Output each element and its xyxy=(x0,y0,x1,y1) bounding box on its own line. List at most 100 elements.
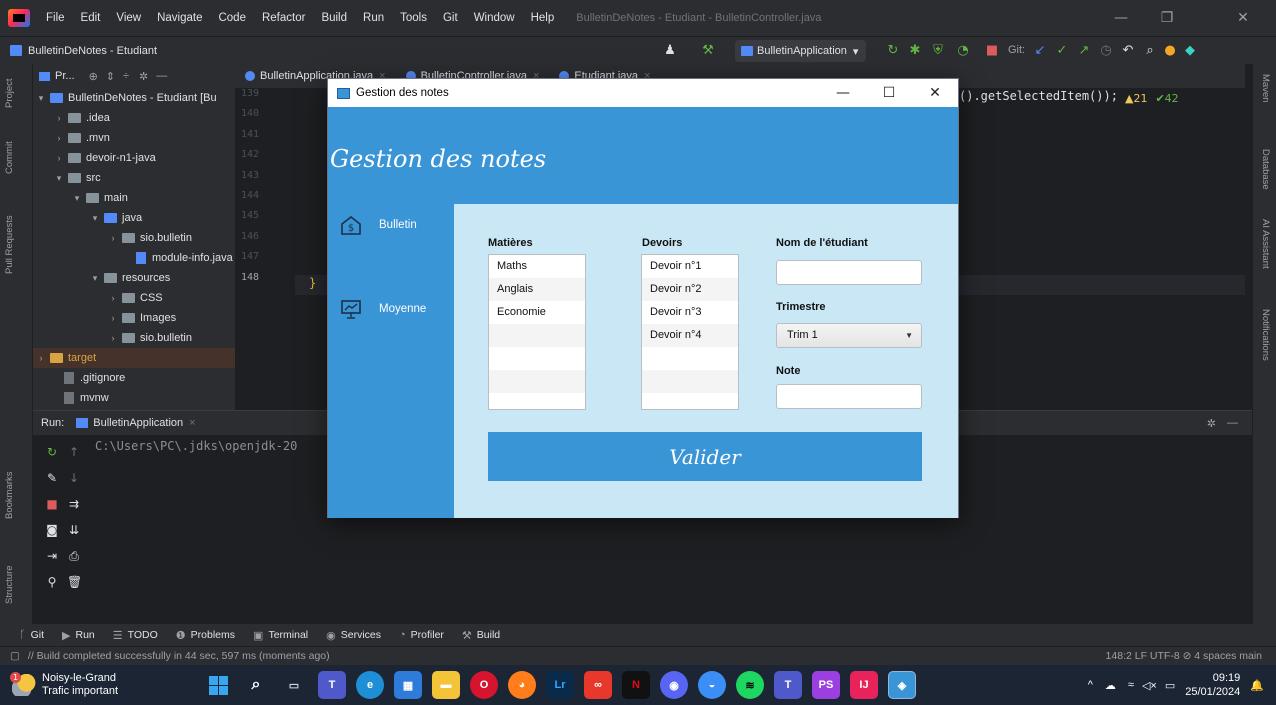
status-right-info[interactable]: 148:2 LF UTF-8 ⊘ 4 spaces main xyxy=(1106,650,1262,662)
tree-item-target[interactable]: › target xyxy=(33,348,235,368)
volume-icon[interactable]: ◁× xyxy=(1142,679,1157,692)
locate-icon[interactable]: ⊕ xyxy=(89,70,98,83)
netflix-icon[interactable]: N xyxy=(622,671,650,699)
layout-icon[interactable]: ▢ xyxy=(10,650,20,662)
tree-item-sio-bulletin[interactable]: › sio.bulletin xyxy=(33,228,235,248)
list-item-empty[interactable] xyxy=(489,393,585,409)
collapse-icon[interactable]: ⇕ xyxy=(106,70,115,83)
docker-icon[interactable]: ◒ xyxy=(698,671,726,699)
list-item-empty[interactable] xyxy=(642,393,738,409)
list-item[interactable]: Anglais xyxy=(489,278,585,301)
tree-item-java[interactable]: ▾ java xyxy=(33,208,235,228)
tree-item-mvn[interactable]: › .mvn xyxy=(33,128,235,148)
menu-run[interactable]: Run xyxy=(355,12,392,24)
toolwin-todo[interactable]: ☰ TODO xyxy=(104,629,167,642)
menu-help[interactable]: Help xyxy=(523,12,563,24)
tree-item-gitignore[interactable]: .gitignore xyxy=(33,368,235,388)
trimester-select[interactable]: Trim 1 ▼ xyxy=(776,323,922,348)
status-message[interactable]: // Build completed successfully in 44 se… xyxy=(28,650,330,662)
tool-bookmarks[interactable]: Bookmarks xyxy=(4,471,15,519)
ai-icon[interactable]: ◆ xyxy=(1182,43,1198,59)
list-item[interactable]: Devoir n°3 xyxy=(642,301,738,324)
rerun-icon[interactable]: ↻ xyxy=(885,43,901,59)
pin-icon[interactable]: ⚲ xyxy=(45,575,59,589)
nav-moyenne[interactable]: Moyenne xyxy=(340,298,426,320)
menu-git[interactable]: Git xyxy=(435,12,466,24)
toolwin-terminal[interactable]: ▣ Terminal xyxy=(244,629,317,642)
list-item[interactable]: Devoir n°1 xyxy=(642,255,738,278)
store-icon[interactable]: ▦ xyxy=(394,671,422,699)
file-explorer-icon[interactable]: ▬ xyxy=(432,671,460,699)
tool-notifications[interactable]: Notifications xyxy=(1260,309,1271,361)
down-icon[interactable]: ↓ xyxy=(67,471,81,485)
edge-icon[interactable]: e xyxy=(356,671,384,699)
list-item[interactable]: Maths xyxy=(489,255,585,278)
tree-item-images[interactable]: › Images xyxy=(33,308,235,328)
tool-pull-requests[interactable]: Pull Requests xyxy=(4,215,15,274)
nav-bulletin[interactable]: $ Bulletin xyxy=(340,214,417,236)
close-button[interactable]: ✕ xyxy=(912,79,958,107)
spotify-icon[interactable]: ≋ xyxy=(736,671,764,699)
console-output[interactable]: C:\Users\PC\.jdks\openjdk-20 xyxy=(95,439,297,453)
tray-expand-icon[interactable]: ^ xyxy=(1088,679,1093,691)
run-settings-gear-icon[interactable]: ✲ xyxy=(1207,417,1216,430)
login-icon[interactable]: ⇥ xyxy=(45,549,59,563)
code-brace[interactable]: } xyxy=(309,276,316,290)
toolwin-run[interactable]: ▶ Run xyxy=(53,629,104,642)
gear-icon[interactable]: ✲ xyxy=(139,70,148,83)
tree-item-mvnw[interactable]: mvnw xyxy=(33,388,235,408)
window-titlebar[interactable]: Gestion des notes — ☐ ✕ xyxy=(328,79,958,107)
search-icon[interactable]: ⌕ xyxy=(1142,43,1158,59)
camera-icon[interactable]: ◙ xyxy=(45,523,59,537)
tree-item-main[interactable]: ▾ main xyxy=(33,188,235,208)
tree-item-module-info[interactable]: module-info.java xyxy=(33,248,235,268)
tree-item-sio-bulletin-res[interactable]: › sio.bulletin xyxy=(33,328,235,348)
git-update-icon[interactable]: ↙ xyxy=(1032,43,1048,59)
project-panel-title[interactable]: Pr... xyxy=(55,70,75,82)
list-item[interactable]: Devoir n°2 xyxy=(642,278,738,301)
hide-icon[interactable]: — xyxy=(156,70,167,82)
rerun-icon[interactable]: ↻ xyxy=(45,445,59,459)
wifi-icon[interactable]: ≈ xyxy=(1128,679,1134,691)
list-item-empty[interactable] xyxy=(489,347,585,370)
menu-file[interactable]: File xyxy=(38,12,73,24)
tree-item-idea[interactable]: › .idea xyxy=(33,108,235,128)
tool-database[interactable]: Database xyxy=(1260,149,1271,190)
weather-widget[interactable]: 1 Noisy-le-Grand Trafic important xyxy=(10,672,182,698)
teams-icon[interactable]: T xyxy=(318,671,346,699)
list-item-empty[interactable] xyxy=(489,324,585,347)
ide-minimize-button[interactable]: — xyxy=(1098,0,1144,36)
list-item-empty[interactable] xyxy=(642,370,738,393)
coverage-icon[interactable]: ⛨ xyxy=(930,43,946,59)
discord-icon[interactable]: ◉ xyxy=(660,671,688,699)
maximize-button[interactable]: ☐ xyxy=(866,79,912,107)
list-item[interactable]: Economie xyxy=(489,301,585,324)
up-icon[interactable]: ↑ xyxy=(67,445,81,459)
stop-icon[interactable]: ■ xyxy=(984,43,1000,59)
git-commit-icon[interactable]: ✓ xyxy=(1054,43,1070,59)
tree-item-devoir[interactable]: › devoir-n1-java xyxy=(33,148,235,168)
intellij-icon[interactable]: IJ xyxy=(850,671,878,699)
java-app-icon[interactable]: ◈ xyxy=(888,671,916,699)
run-config-selector[interactable]: BulletinApplication ▾ xyxy=(735,40,867,62)
ide-close-button[interactable]: ✕ xyxy=(1220,0,1266,36)
assignments-list[interactable]: Devoir n°1 Devoir n°2 Devoir n°3 Devoir … xyxy=(641,254,739,410)
lightroom-icon[interactable]: Lr xyxy=(546,671,574,699)
ide-restore-button[interactable]: ❐ xyxy=(1144,0,1190,36)
grade-input[interactable] xyxy=(776,384,922,409)
tool-ai-assistant[interactable]: AI Assistant xyxy=(1260,219,1271,269)
validate-button[interactable]: Valider xyxy=(488,432,922,481)
build-hammer-icon[interactable]: ⚒ xyxy=(700,43,716,59)
tool-commit[interactable]: Commit xyxy=(4,141,15,174)
task-view-icon[interactable]: ▭ xyxy=(280,671,308,699)
inspection-widget[interactable]: ▲21 ✔42 xyxy=(1125,92,1179,105)
menu-navigate[interactable]: Navigate xyxy=(149,12,210,24)
student-name-input[interactable] xyxy=(776,260,922,285)
menu-tools[interactable]: Tools xyxy=(392,12,435,24)
clock[interactable]: 09:19 25/01/2024 xyxy=(1185,671,1240,699)
rollback-icon[interactable]: ↶ xyxy=(1120,43,1136,59)
onedrive-icon[interactable]: ☁ xyxy=(1105,679,1116,692)
tool-project[interactable]: Project xyxy=(4,78,15,108)
toolwin-services[interactable]: ◉ Services xyxy=(317,629,390,642)
soft-wrap-icon[interactable]: ⇉ xyxy=(67,497,81,511)
